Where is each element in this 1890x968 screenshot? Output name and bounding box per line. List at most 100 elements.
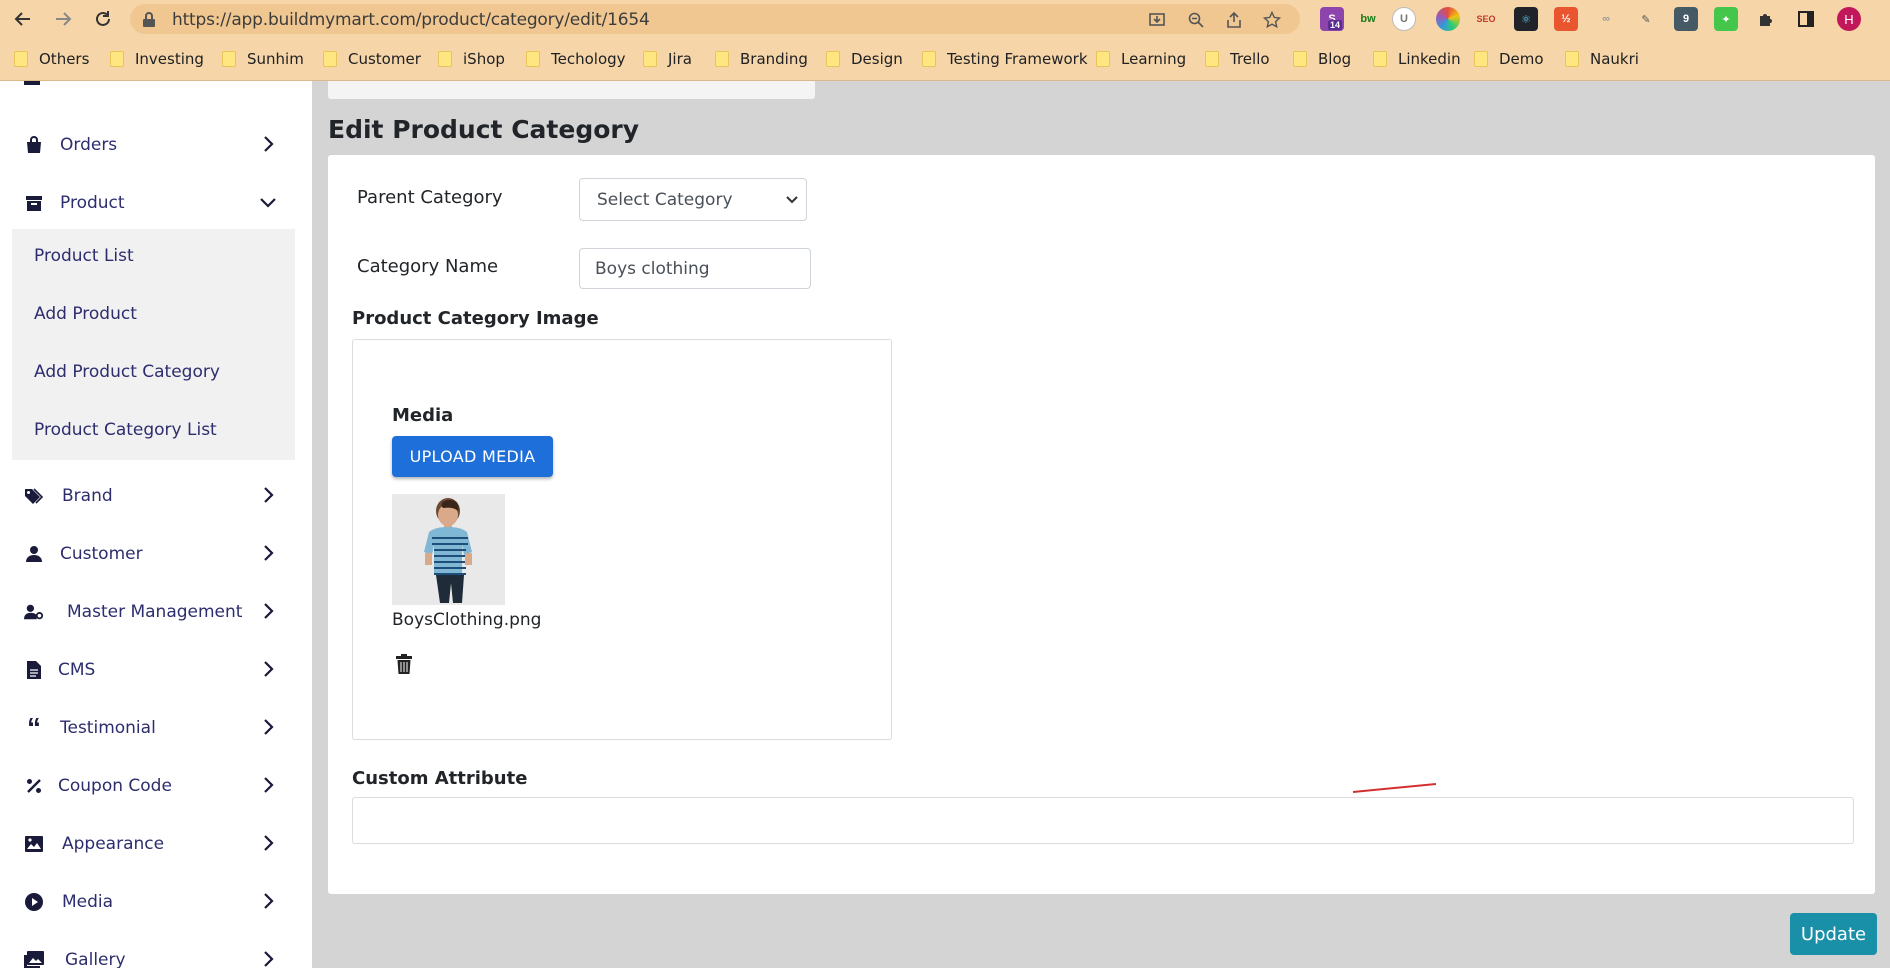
bookmark-folder[interactable]: Branding (715, 49, 808, 69)
custom-attribute-box[interactable] (352, 797, 1854, 844)
back-button[interactable] (10, 6, 36, 32)
reload-button[interactable] (90, 6, 116, 32)
delete-media-button[interactable] (396, 654, 412, 679)
sidebar-item-brand[interactable]: Brand (0, 467, 312, 525)
chevron-right-icon (264, 893, 274, 909)
arrow-left-icon (14, 12, 30, 26)
tool-extension-icon[interactable]: ½ (1554, 7, 1578, 31)
bookmark-folder[interactable]: Demo (1474, 49, 1544, 69)
puzzle-icon[interactable] (1754, 7, 1778, 31)
green-extension-icon[interactable]: ✦ (1714, 7, 1738, 31)
address-bar[interactable]: https://app.buildmymart.com/product/cate… (130, 4, 1300, 34)
folder-icon (222, 51, 236, 67)
quote-icon: “ (27, 712, 41, 743)
reload-icon (96, 11, 110, 26)
bookmark-folder[interactable]: Linkedin (1373, 49, 1461, 69)
profile-avatar[interactable]: H (1837, 7, 1861, 31)
bookmark-folder[interactable]: Jira (643, 49, 692, 69)
sidebar-item-label: Coupon Code (58, 776, 172, 796)
file-name: BoysClothing.png (392, 610, 542, 630)
media-label: Media (392, 405, 454, 426)
forward-button[interactable] (50, 6, 76, 32)
submenu-add-product-category[interactable]: Add Product Category (34, 362, 220, 382)
select-value: Select Category (597, 190, 733, 210)
share-icon[interactable] (1224, 10, 1244, 30)
seo-extension-icon[interactable]: S 14 (1320, 7, 1344, 31)
sidebar-item-master-management[interactable]: Master Management (0, 583, 312, 641)
link-extension-icon[interactable]: ∞ (1594, 7, 1618, 31)
folder-icon (14, 51, 28, 67)
star-icon[interactable] (1262, 10, 1282, 30)
bookmark-label: Techology (551, 50, 626, 68)
bookmark-label: Blog (1318, 50, 1352, 68)
bookmark-folder[interactable]: Sunhim (222, 49, 304, 69)
sidebar-item-label: Gallery (65, 950, 126, 968)
category-image-thumbnail[interactable] (392, 494, 505, 605)
category-name-input[interactable]: Boys clothing (579, 248, 811, 289)
bookmark-folder[interactable]: Testing Framework (922, 49, 1088, 69)
bookmark-label: iShop (463, 50, 505, 68)
image-icon (24, 834, 44, 854)
sidebar-item-coupon-code[interactable]: Coupon Code (0, 757, 312, 815)
chevron-right-icon (264, 545, 274, 561)
sidebar-item-appearance[interactable]: Appearance (0, 815, 312, 873)
sidebar-item-testimonial[interactable]: “ Testimonial (0, 699, 312, 757)
submenu-product-list[interactable]: Product List (34, 246, 134, 266)
chevron-right-icon (264, 835, 274, 851)
sidebar-item-orders[interactable]: Orders (0, 116, 312, 174)
sidebar-item-label: Master Management (67, 602, 243, 622)
sidebar-item-label: Orders (60, 135, 118, 155)
sidebar-item-product[interactable]: Product (0, 174, 312, 232)
folder-icon (1205, 51, 1219, 67)
submenu-add-product[interactable]: Add Product (34, 304, 137, 324)
sidebar-item-media[interactable]: Media (0, 873, 312, 931)
submenu-product-category-list[interactable]: Product Category List (34, 420, 217, 440)
chevron-down-icon (786, 196, 798, 204)
bookmark-label: Design (851, 50, 903, 68)
url-text: https://app.buildmymart.com/product/cate… (172, 10, 650, 30)
bw-extension-icon[interactable]: bw (1356, 7, 1380, 31)
boy-photo-image (392, 494, 505, 605)
parent-category-label: Parent Category (357, 187, 503, 208)
extension-badge: 14 (1328, 20, 1343, 30)
folder-icon (826, 51, 840, 67)
nine-extension-icon[interactable]: 9 (1674, 7, 1698, 31)
sidebar-item-cms[interactable]: CMS (0, 641, 312, 699)
update-button[interactable]: Update (1790, 913, 1877, 955)
sidebar-item-customer[interactable]: Customer (0, 525, 312, 583)
u-extension-icon[interactable]: U (1392, 7, 1416, 31)
bookmark-folder[interactable]: Blog (1293, 49, 1351, 69)
broom-extension-icon[interactable]: ✎ (1634, 7, 1658, 31)
bookmark-folder[interactable]: Customer (323, 49, 421, 69)
home-icon (24, 81, 40, 85)
upload-media-button[interactable]: UPLOAD MEDIA (392, 436, 553, 477)
bookmark-folder[interactable]: Trello (1205, 49, 1270, 69)
sidebar-item-label: CMS (58, 660, 96, 680)
folder-icon (715, 51, 729, 67)
react-devtools-icon[interactable]: ⚛ (1514, 7, 1538, 31)
bookmark-label: Others (39, 50, 90, 68)
bookmark-folder[interactable]: Techology (526, 49, 626, 69)
sidebar-item-label: Testimonial (60, 718, 156, 738)
parent-category-select[interactable]: Select Category (579, 178, 807, 221)
folder-icon (1474, 51, 1488, 67)
bookmarks-bar: Others Investing Sunhim Customer iShop T… (0, 38, 1890, 81)
bookmark-folder[interactable]: Design (826, 49, 903, 69)
bookmark-folder[interactable]: iShop (438, 49, 505, 69)
sidebar-item-gallery[interactable]: Gallery (0, 931, 312, 968)
folder-icon (1565, 51, 1579, 67)
arrow-right-icon (56, 12, 72, 26)
product-category-image-label: Product Category Image (352, 308, 599, 329)
zoom-icon[interactable] (1186, 10, 1206, 30)
side-panel-icon[interactable] (1794, 7, 1818, 31)
bookmark-label: Linkedin (1398, 50, 1461, 68)
bookmark-label: Naukri (1590, 50, 1639, 68)
install-icon[interactable] (1147, 10, 1167, 30)
bookmark-folder[interactable]: Investing (110, 49, 204, 69)
seo-tool-icon[interactable]: SEO (1474, 7, 1498, 31)
color-extension-icon[interactable] (1436, 7, 1460, 31)
bookmark-folder[interactable]: Naukri (1565, 49, 1639, 69)
user-gear-icon (24, 602, 44, 622)
bookmark-folder[interactable]: Learning (1096, 49, 1186, 69)
bookmark-folder[interactable]: Others (14, 49, 89, 69)
